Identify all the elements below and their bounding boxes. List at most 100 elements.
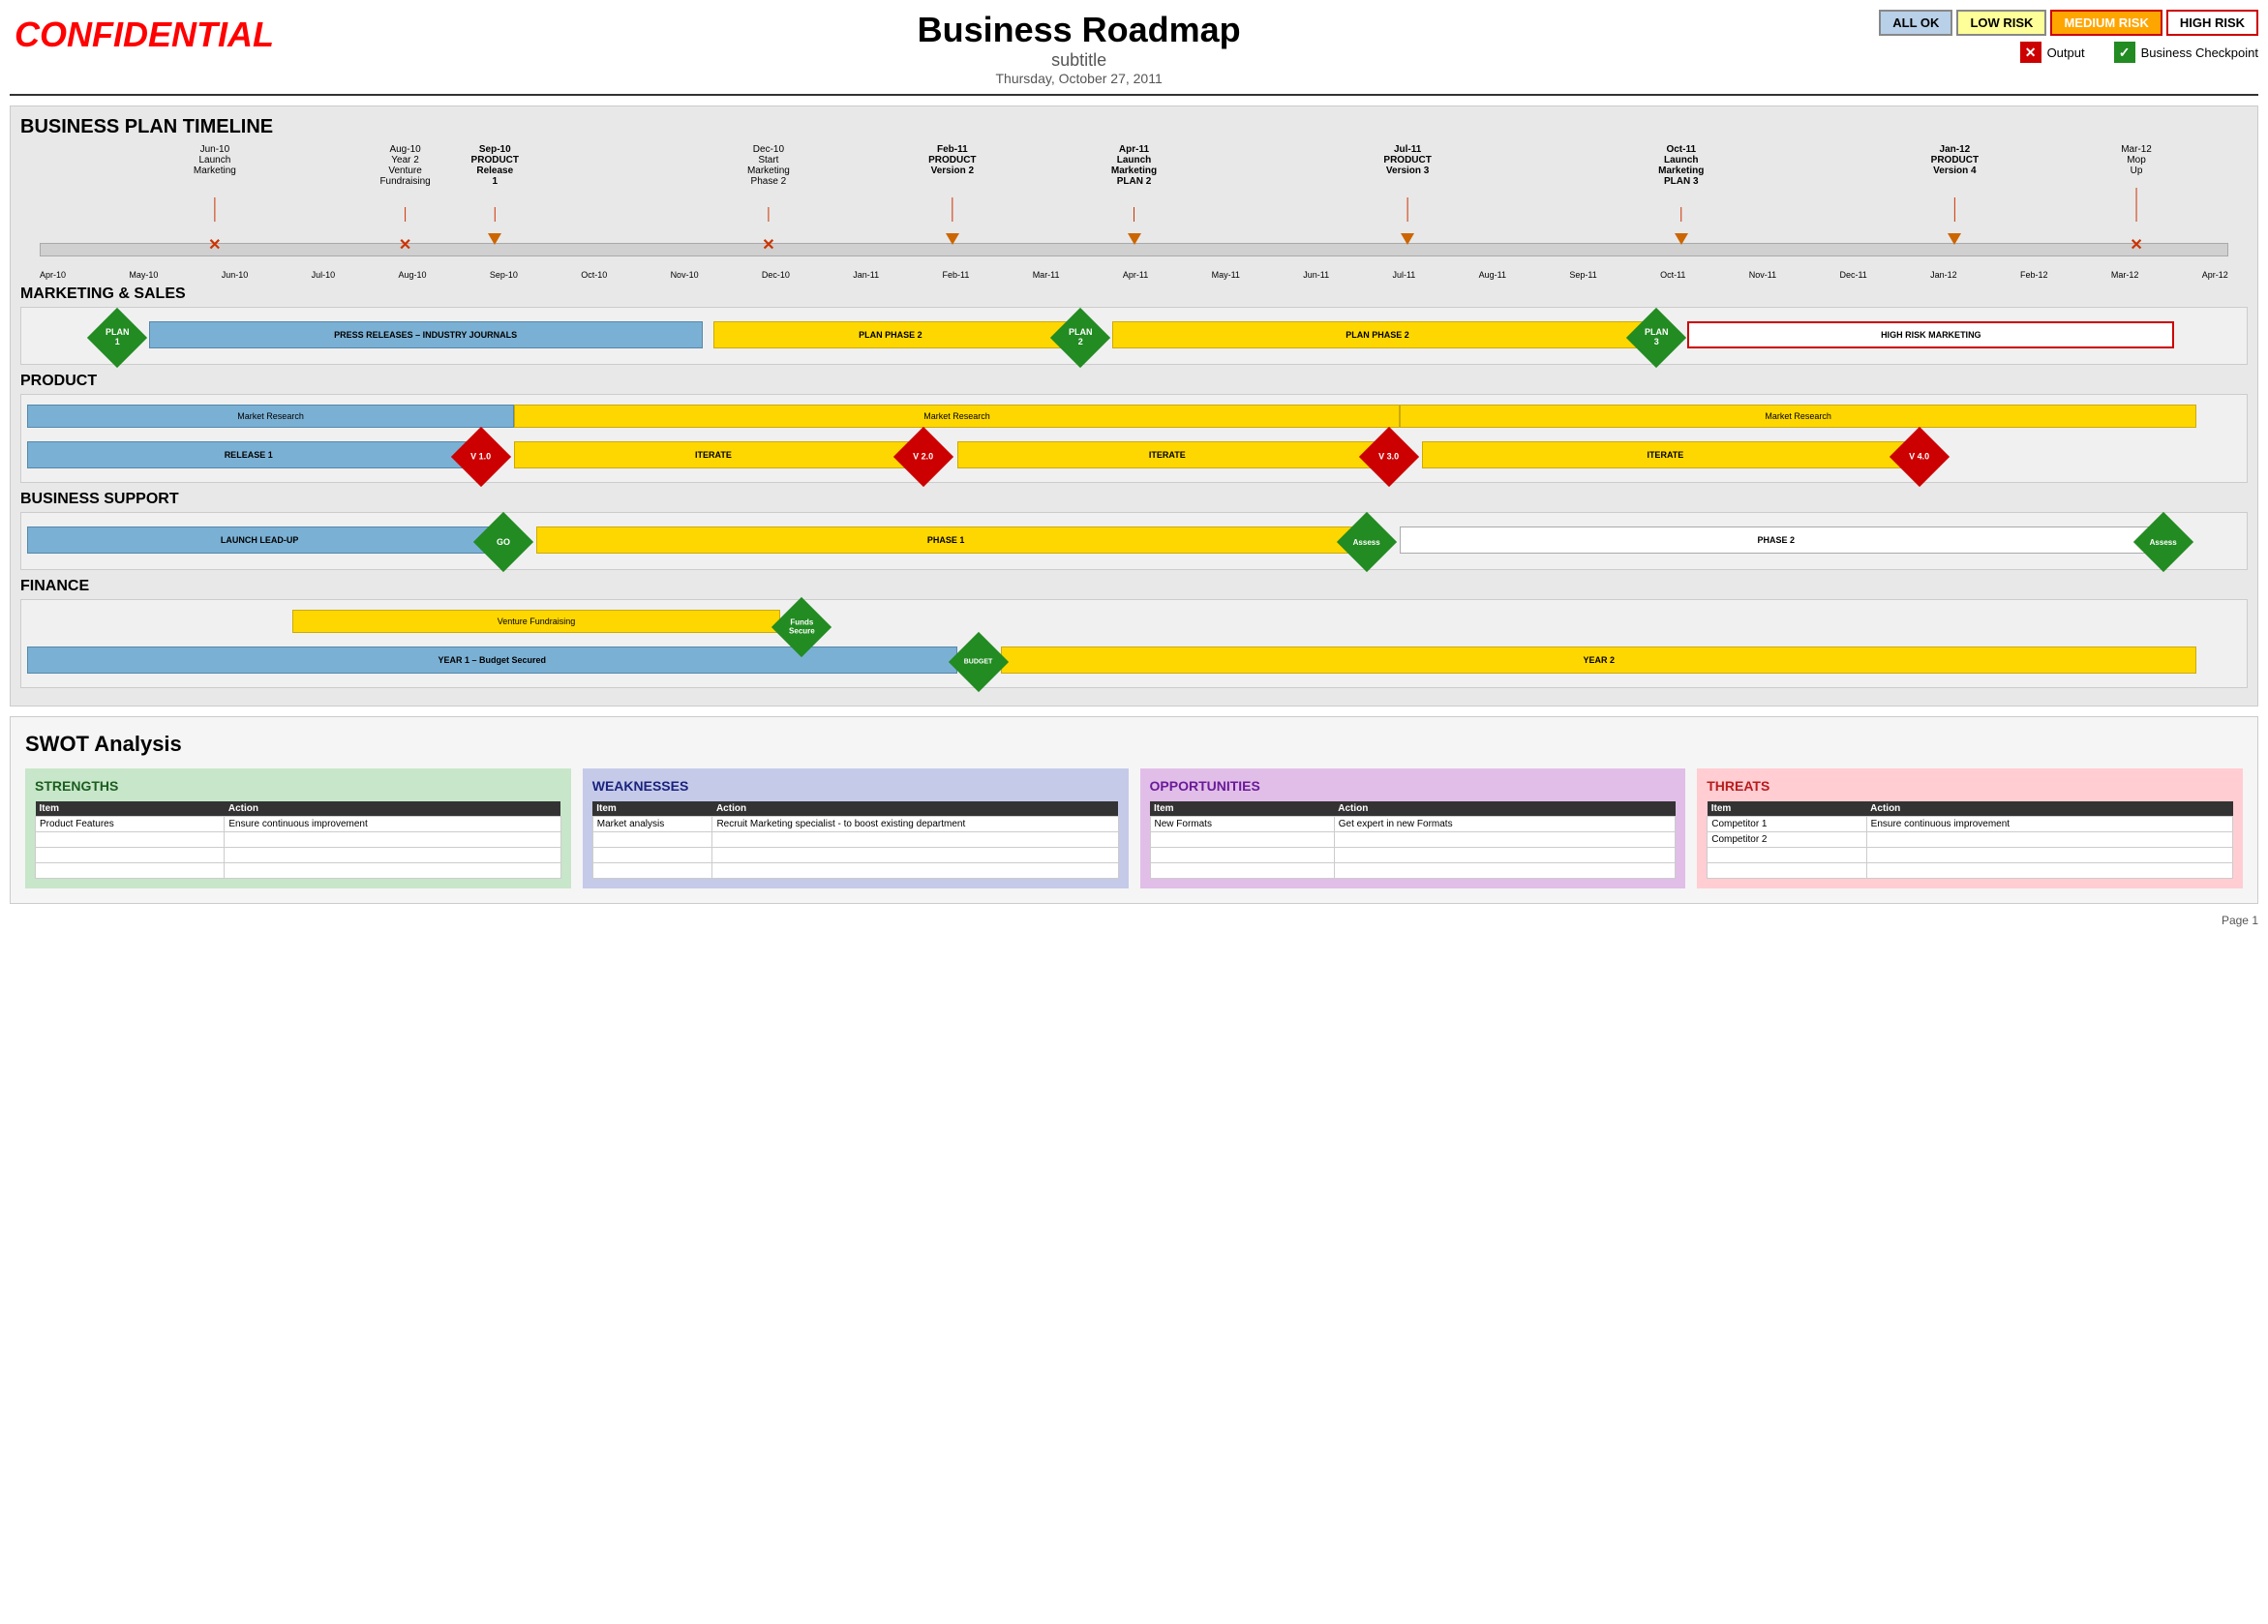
title-area: Business Roadmap subtitle Thursday, Octo… [279,10,1879,86]
plan2-diamond: PLAN2 [1059,316,1102,359]
threats-table: Item Action Competitor 1 Ensure continuo… [1707,801,2233,879]
milestone-6: Jul-11PRODUCTVersion 3 [1383,144,1431,176]
threats-item-3 [1708,863,1866,879]
page: CONFIDENTIAL Business Roadmap subtitle T… [0,0,2268,1624]
assess2-diamond: Assess [2142,521,2185,563]
output-label: Output [2047,45,2085,60]
table-row [1708,863,2233,879]
opportunities-item-2 [1150,848,1334,863]
opportunities-title: OPPORTUNITIES [1150,778,1677,794]
strengths-title: STRENGTHS [35,778,561,794]
product-area: Market Research Market Research Market R… [20,394,2248,483]
budget-diamond: BUDGET [957,641,1000,683]
medium-risk-button[interactable]: MEDIUM RISK [2050,10,2162,36]
business-support-area: LAUNCH LEAD-UP GO PHASE 1 [20,512,2248,570]
weaknesses-header-action: Action [712,801,1118,817]
table-row [1708,848,2233,863]
threats-action-0: Ensure continuous improvement [1866,817,2232,832]
checkpoint-label: Business Checkpoint [2141,45,2258,60]
arrow-8 [1948,233,1961,245]
weaknesses-action-1 [712,832,1118,848]
month-jun10: Jun-10 [222,270,249,280]
market-research-bar1: Market Research [27,405,514,428]
market-research-row: Market Research Market Research Market R… [27,401,2241,432]
finance-title: FINANCE [20,578,2248,595]
plan1-diamond: PLAN1 [96,316,138,359]
product-section: PRODUCT Market Research Market Research … [20,373,2248,483]
table-row [36,832,561,848]
month-may10: May-10 [129,270,158,280]
opportunities-action-1 [1334,832,1676,848]
output-icon: ✕ [2020,42,2041,63]
iterate2-bar: ITERATE [957,441,1378,468]
marketing-sales-section: MARKETING & SALES PLAN1 PRESS RELEASES –… [20,286,2248,365]
milestone-3: Dec-10StartMarketingPhase 2 [747,144,790,187]
month-nov10: Nov-10 [671,270,699,280]
arrow-7 [1675,233,1688,245]
table-row [592,848,1118,863]
milestone-labels: Jun-10LaunchMarketing Aug-10Year 2Ventur… [40,144,2228,231]
swot-opportunities-box: OPPORTUNITIES Item Action New Formats Ge… [1140,768,1686,888]
checkpoint-legend: ✓ Business Checkpoint [2114,42,2258,63]
threats-action-2 [1866,848,2232,863]
high-risk-bar: HIGH RISK MARKETING [1687,321,2174,348]
business-support-section: BUSINESS SUPPORT LAUNCH LEAD-UP GO [20,491,2248,570]
table-row: Competitor 1 Ensure continuous improveme… [1708,817,2233,832]
high-risk-button[interactable]: HIGH RISK [2166,10,2258,36]
month-mar12: Mar-12 [2111,270,2139,280]
threats-item-1: Competitor 2 [1708,832,1866,848]
arrow-5 [1128,233,1141,245]
launch-bar: LAUNCH LEAD-UP [27,526,492,554]
low-risk-button[interactable]: LOW RISK [1956,10,2046,36]
risk-buttons: ALL OK LOW RISK MEDIUM RISK HIGH RISK [1879,10,2258,36]
month-mar11: Mar-11 [1033,270,1060,280]
arrow-4 [946,233,959,245]
month-feb12: Feb-12 [2020,270,2048,280]
marker-3: ✕ [762,235,774,255]
month-aug11: Aug-11 [1479,270,1506,280]
swot-strengths-box: STRENGTHS Item Action Product Features E… [25,768,571,888]
swot-weaknesses-box: WEAKNESSES Item Action Market analysis R… [583,768,1129,888]
phase1-bar: PHASE 1 [536,526,1355,554]
weaknesses-table: Item Action Market analysis Recruit Mark… [592,801,1119,879]
milestone-7: Oct-11LaunchMarketingPLAN 3 [1658,144,1704,187]
weaknesses-action-3 [712,863,1118,879]
threats-title: THREATS [1707,778,2233,794]
table-row [36,848,561,863]
threats-action-3 [1866,863,2232,879]
subtitle: subtitle [279,50,1879,71]
business-support-title: BUSINESS SUPPORT [20,491,2248,508]
swot-threats-box: THREATS Item Action Competitor 1 Ensure … [1697,768,2243,888]
output-legend: ✕ Output [2020,42,2085,63]
table-row: Competitor 2 [1708,832,2233,848]
phase2-bar: PHASE 2 [1400,526,2153,554]
weaknesses-action-2 [712,848,1118,863]
month-feb11: Feb-11 [942,270,969,280]
opportunities-header-action: Action [1334,801,1676,817]
year2-bar: YEAR 2 [1001,647,2196,674]
finance-section: FINANCE Venture Fundraising FundsSecure [20,578,2248,688]
table-row [1150,863,1676,879]
month-labels: Apr-10 May-10 Jun-10 Jul-10 Aug-10 Sep-1… [40,270,2228,280]
marker-0: ✕ [208,235,221,255]
plan3-diamond: PLAN3 [1635,316,1678,359]
table-row: Market analysis Recruit Marketing specia… [592,817,1118,832]
go-diamond: GO [482,521,525,563]
month-dec10: Dec-10 [762,270,790,280]
finance-area: Venture Fundraising FundsSecure YEAR 1 –… [20,599,2248,688]
month-sep10: Sep-10 [490,270,518,280]
all-ok-button[interactable]: ALL OK [1879,10,1952,36]
weaknesses-item-1 [592,832,712,848]
timeline-bar-area: ✕ ✕ ✕ ✕ [40,231,2228,266]
table-row: New Formats Get expert in new Formats [1150,817,1676,832]
checkpoint-icon: ✓ [2114,42,2135,63]
year-row: YEAR 1 – Budget Secured BUDGET YEAR 2 [27,641,2241,681]
funds-diamond: FundsSecure [780,606,823,648]
strengths-item-0: Product Features [36,817,225,832]
weaknesses-item-3 [592,863,712,879]
milestone-1: Aug-10Year 2VentureFundraising [379,144,430,187]
opportunities-action-0: Get expert in new Formats [1334,817,1676,832]
weaknesses-action-0: Recruit Marketing specialist - to boost … [712,817,1118,832]
opportunities-item-1 [1150,832,1334,848]
risk-legend: ALL OK LOW RISK MEDIUM RISK HIGH RISK ✕ … [1879,10,2258,63]
